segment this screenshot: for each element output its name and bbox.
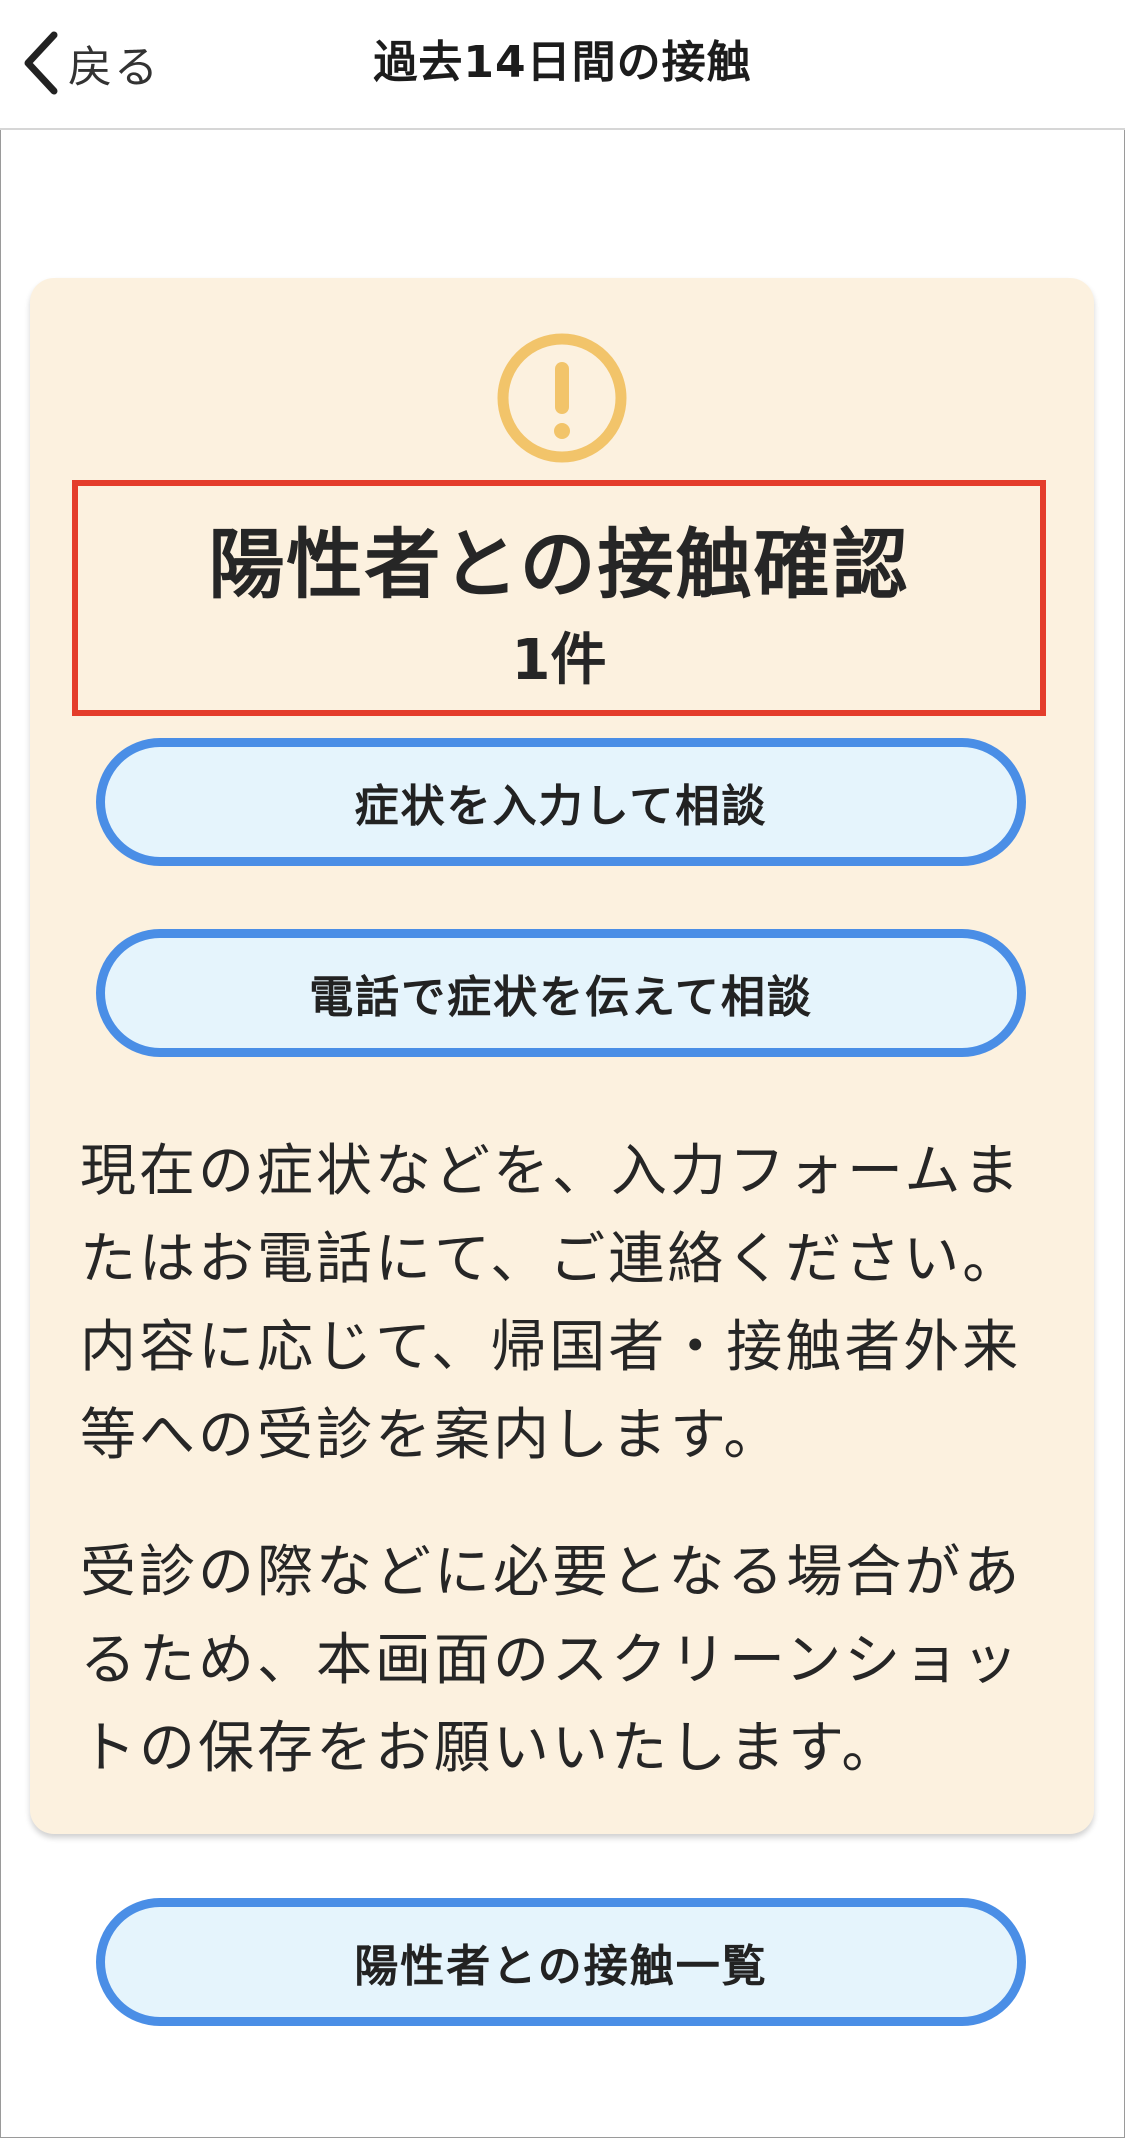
contact-count: 1件 bbox=[511, 628, 607, 693]
contact-summary-card: 陽性者との接触確認 1件 症状を入力して相談 電話で症状を伝えて相談 現在の症状… bbox=[30, 278, 1094, 1834]
screenshot-advice: 受診の際などに必要となる場合があるため、本画面のスクリーンショットの保存をお願い… bbox=[80, 1540, 1023, 1781]
contact-list-label: 陽性者との接触一覧 bbox=[354, 1941, 768, 1992]
contact-confirmation-highlight: 陽性者との接触確認 1件 bbox=[72, 480, 1046, 716]
consult-by-phone-button[interactable]: 電話で症状を伝えて相談 bbox=[96, 929, 1026, 1057]
consult-by-input-button[interactable]: 症状を入力して相談 bbox=[96, 738, 1026, 866]
consultation-instructions: 現在の症状などを、入力フォームまたはお電話にて、ご連絡ください。内容に応じて、帰… bbox=[80, 1139, 1023, 1468]
exclamation-circle-icon bbox=[496, 332, 628, 464]
navigation-bar: 戻る 過去14日間の接触 bbox=[0, 0, 1125, 130]
contact-confirmation-title: 陽性者との接触確認 bbox=[208, 520, 910, 609]
page-title: 過去14日間の接触 bbox=[373, 37, 752, 88]
consult-by-input-label: 症状を入力して相談 bbox=[354, 781, 768, 832]
contact-list-button[interactable]: 陽性者との接触一覧 bbox=[96, 1898, 1026, 2026]
consult-by-phone-label: 電話で症状を伝えて相談 bbox=[309, 972, 813, 1023]
